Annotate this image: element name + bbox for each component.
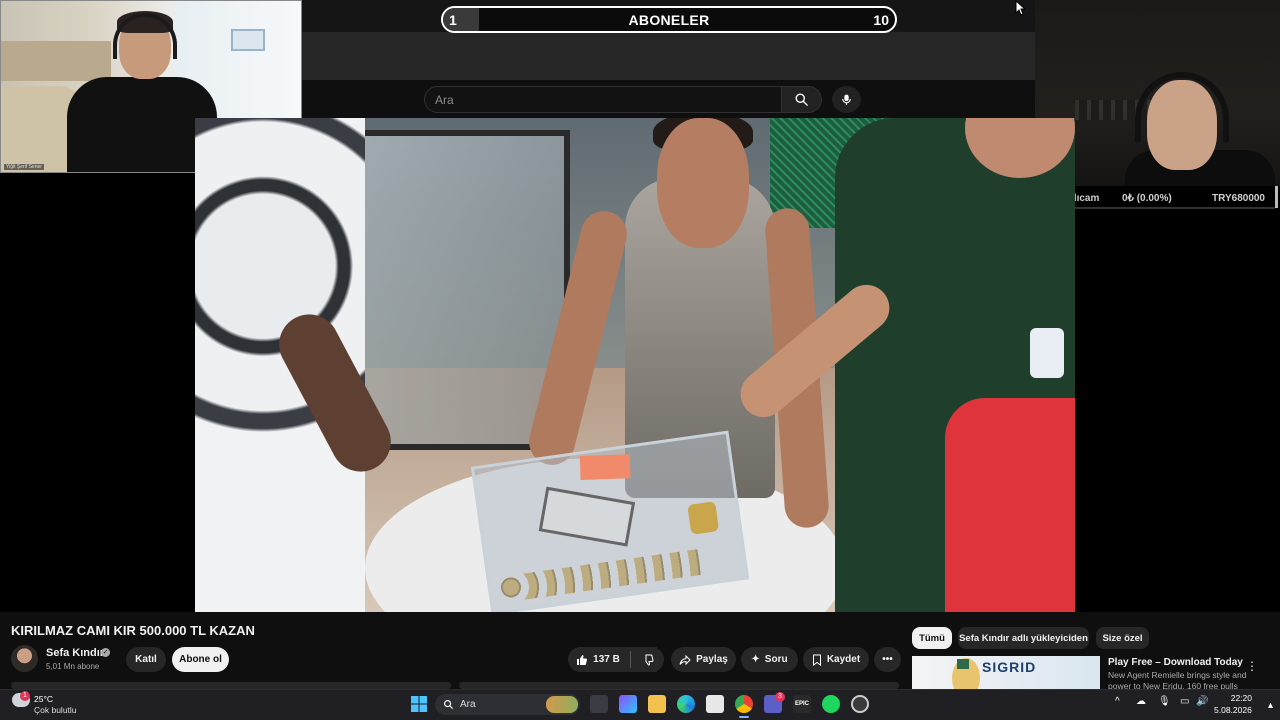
channel-avatar[interactable]: [11, 645, 38, 672]
obs-studio-icon[interactable]: [851, 695, 869, 713]
widgets-icon[interactable]: [619, 695, 637, 713]
headset-icon: [1135, 72, 1229, 142]
notification-bell-icon[interactable]: ▴: [1268, 700, 1273, 711]
participant-name: Yiğit Şerif Sener: [4, 164, 44, 170]
thumbs-down-icon: [645, 654, 654, 666]
recommendation-thumbnail[interactable]: SIGRID: [912, 656, 1100, 689]
scrollbar[interactable]: [1275, 186, 1278, 208]
chip-from-uploader[interactable]: Sefa Kındır adlı yükleyiciden: [958, 627, 1089, 649]
chip-all[interactable]: Tümü: [912, 627, 952, 649]
padlock-icon: [687, 501, 720, 535]
share-button[interactable]: Paylaş: [671, 647, 736, 672]
more-actions-button[interactable]: •••: [874, 647, 901, 672]
taskbar-search[interactable]: Ara: [435, 694, 580, 715]
weather-badge: 1: [20, 691, 30, 701]
goal-title: ABONELER: [628, 11, 710, 28]
bookmark-icon: [812, 654, 821, 666]
epic-games-icon[interactable]: EPIC: [793, 695, 811, 713]
microphone-icon[interactable]: 🎙: [1158, 696, 1171, 707]
clock-time[interactable]: 22:20: [1220, 693, 1252, 703]
channel-name[interactable]: Sefa Kındır: [46, 647, 104, 659]
recommendation-title[interactable]: Play Free – Download Today: [1108, 657, 1243, 668]
edge-browser-icon[interactable]: [677, 695, 695, 713]
ask-button[interactable]: ✦ Soru: [741, 647, 798, 672]
header-band: [302, 32, 1035, 80]
search-input[interactable]: Ara: [424, 86, 782, 113]
description-strip: [11, 682, 451, 689]
microphone-icon: [842, 94, 851, 105]
more-horizontal-icon: •••: [882, 654, 893, 665]
mouse-cursor-icon: [1015, 0, 1027, 16]
search-placeholder: Ara: [435, 93, 454, 107]
spotify-icon[interactable]: [822, 695, 840, 713]
chrome-browser-icon[interactable]: [735, 695, 753, 713]
video-title: KIRILMAZ CAMI KIR 500.000 TL KAZAN: [11, 623, 255, 638]
weather-temperature: 25°C: [34, 694, 53, 704]
teams-badge: 3: [775, 692, 785, 702]
task-view-icon[interactable]: [590, 695, 608, 713]
goal-max: 10: [873, 11, 889, 28]
chip-for-you[interactable]: Size özel: [1096, 627, 1149, 649]
file-explorer-icon[interactable]: [648, 695, 666, 713]
onedrive-cloud-icon[interactable]: ☁: [1136, 696, 1146, 707]
volume-icon[interactable]: 🔊: [1196, 696, 1208, 707]
join-button[interactable]: Katıl: [126, 647, 166, 672]
verified-icon: ✓: [101, 648, 110, 657]
active-app-indicator: [739, 716, 749, 718]
share-icon: [679, 654, 691, 665]
donation-goal: TRY680000: [1212, 193, 1265, 204]
microsoft-store-icon[interactable]: [706, 695, 724, 713]
windows-taskbar: [0, 689, 1280, 720]
desktop-screen: 1 ABONELER 10 Ara AY Yiğit Şerif Sener y…: [0, 0, 1280, 720]
sparkle-icon: ✦: [751, 654, 760, 665]
weather-description: Çok bulutlu: [34, 705, 77, 715]
search-icon: [795, 93, 808, 106]
thumbs-up-icon: [577, 654, 588, 665]
windows-start-icon[interactable]: [410, 695, 428, 713]
like-count: 137 B: [593, 654, 620, 665]
subscribe-button[interactable]: Abone ol: [172, 647, 229, 672]
comments-strip: [459, 682, 899, 689]
search-highlight-icon: [546, 696, 578, 713]
search-button[interactable]: [781, 86, 822, 113]
video-player[interactable]: [195, 118, 1075, 612]
subscriber-count: 5,01 Mn abone: [46, 662, 100, 671]
chevron-up-icon[interactable]: ^: [1115, 696, 1120, 707]
thumbnail-brand: SIGRID: [982, 659, 1037, 675]
network-icon[interactable]: ▭: [1180, 696, 1189, 707]
clock-date[interactable]: 5.08.2026: [1214, 705, 1252, 715]
donation-amount: 0₺ (0.00%): [1122, 193, 1172, 204]
dislike-button[interactable]: [631, 647, 664, 672]
more-vertical-icon[interactable]: ⋮: [1246, 659, 1258, 673]
voice-search-button[interactable]: [832, 86, 861, 113]
save-button[interactable]: Kaydet: [803, 647, 869, 672]
search-icon: [444, 700, 454, 710]
subscriber-goal-bar: 1 ABONELER 10: [441, 6, 897, 33]
